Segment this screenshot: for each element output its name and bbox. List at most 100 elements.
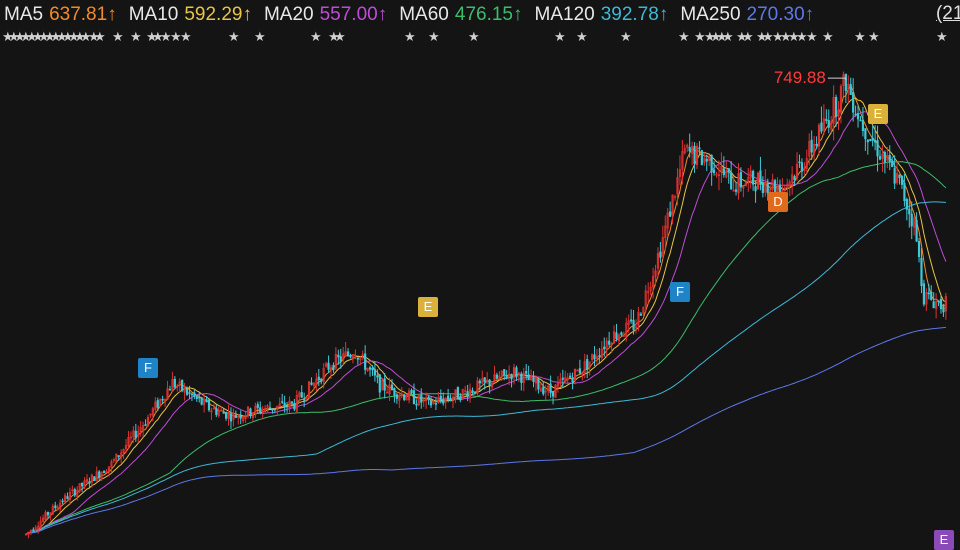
- candle-body: [876, 140, 879, 157]
- candle-body: [844, 73, 847, 91]
- candle-body: [739, 172, 743, 188]
- candle-body: [98, 471, 101, 478]
- candle-body: [488, 379, 491, 387]
- candle-body: [193, 392, 196, 397]
- signal-badge-f[interactable]: F: [138, 358, 158, 378]
- ma-legend-more[interactable]: (210: [936, 3, 960, 25]
- candle-body: [346, 351, 350, 356]
- candle-body: [249, 408, 252, 417]
- candle-body: [303, 398, 306, 401]
- ma-legend-name: MA5: [4, 4, 44, 25]
- candle-body: [195, 395, 198, 399]
- candle-body: [117, 455, 120, 458]
- signal-badge-e[interactable]: E: [418, 297, 438, 317]
- signal-badge-e[interactable]: E: [868, 104, 888, 124]
- event-star-icon[interactable]: ★: [404, 30, 416, 44]
- event-star-icon[interactable]: ★: [130, 30, 142, 44]
- candle-body: [356, 358, 359, 360]
- ma-line-ma5: [25, 85, 947, 535]
- event-star-icon[interactable]: ★: [94, 30, 106, 44]
- event-star-icon[interactable]: ★: [822, 30, 834, 44]
- event-star-icon[interactable]: ★: [576, 30, 588, 44]
- ma-legend-item-ma60[interactable]: MA60 476.15↑: [399, 4, 522, 26]
- candle-body: [578, 368, 581, 374]
- event-star-icon[interactable]: ★: [228, 30, 240, 44]
- candle-body: [688, 147, 691, 152]
- event-star-icon[interactable]: ★: [554, 30, 566, 44]
- candle-body: [820, 122, 823, 132]
- candle-body: [942, 306, 945, 313]
- candle-body: [415, 403, 418, 406]
- candle-body: [373, 369, 377, 376]
- trend-arrow-icon: ↑: [513, 4, 523, 25]
- ma-legend-item-ma10[interactable]: MA10 592.29↑: [129, 4, 252, 26]
- candle-body: [268, 407, 272, 409]
- candle-body: [256, 404, 259, 408]
- event-star-icon[interactable]: ★: [428, 30, 440, 44]
- candle-body: [603, 346, 606, 350]
- candle-body: [198, 396, 201, 399]
- signal-badge-f[interactable]: F: [670, 282, 690, 302]
- event-star-icon[interactable]: ★: [310, 30, 322, 44]
- candle-body: [395, 394, 398, 399]
- candle-body: [61, 500, 64, 503]
- ma-legend-item-ma250[interactable]: MA250 270.30↑: [680, 4, 814, 26]
- candle-body: [730, 172, 733, 190]
- candle-body: [593, 354, 596, 360]
- ma-legend-item-ma120[interactable]: MA120 392.78↑: [535, 4, 669, 26]
- candle-body: [88, 481, 91, 484]
- event-star-icon[interactable]: ★: [180, 30, 192, 44]
- candle-body: [134, 430, 137, 439]
- ma-legend-item-ma20[interactable]: MA20 557.00↑: [264, 4, 387, 26]
- candle-body: [630, 319, 633, 322]
- candle-body: [834, 96, 838, 117]
- candle-body: [102, 470, 106, 474]
- candle-body: [878, 156, 882, 160]
- candle-body: [471, 390, 474, 393]
- ma-legend-value: 637.81: [49, 4, 108, 25]
- event-star-icon[interactable]: ★: [742, 30, 754, 44]
- event-star-icon[interactable]: ★: [854, 30, 866, 44]
- event-star-icon[interactable]: ★: [468, 30, 480, 44]
- event-star-icon[interactable]: ★: [620, 30, 632, 44]
- event-star-icon[interactable]: ★: [868, 30, 880, 44]
- candle-body: [234, 415, 237, 418]
- candle-body: [66, 496, 69, 499]
- candle-body: [874, 140, 877, 143]
- candle-body: [376, 375, 379, 378]
- candle-body: [520, 373, 523, 383]
- candle-body: [349, 355, 352, 358]
- candle-body: [505, 376, 508, 379]
- candle-body: [46, 511, 50, 516]
- signal-badge-d[interactable]: D: [768, 192, 788, 212]
- candle-body: [412, 390, 416, 405]
- candle-body: [891, 160, 894, 168]
- event-star-icon[interactable]: ★: [722, 30, 734, 44]
- candle-body: [861, 119, 865, 131]
- event-star-icon[interactable]: ★: [936, 30, 948, 44]
- candle-body: [532, 377, 535, 382]
- event-star-icon[interactable]: ★: [254, 30, 266, 44]
- candle-body: [937, 300, 940, 303]
- candle-body: [883, 152, 886, 163]
- signal-badge-e[interactable]: E: [934, 530, 954, 550]
- event-star-icon[interactable]: ★: [806, 30, 818, 44]
- candle-body: [332, 365, 335, 371]
- event-star-icon[interactable]: ★: [112, 30, 124, 44]
- candle-body: [293, 403, 296, 410]
- event-star-icon[interactable]: ★: [334, 30, 346, 44]
- ma-legend-item-ma5[interactable]: MA5 637.81↑: [4, 4, 117, 26]
- candle-body: [815, 144, 818, 146]
- candle-body: [73, 489, 76, 496]
- candle-body: [190, 393, 194, 396]
- candle-body: [700, 150, 703, 166]
- candle-body: [930, 291, 933, 301]
- candle-body: [54, 505, 57, 508]
- candle-body: [571, 377, 574, 383]
- candle-body: [705, 158, 708, 162]
- candle-body: [773, 180, 777, 193]
- event-star-icon[interactable]: ★: [678, 30, 690, 44]
- candle-body: [866, 139, 869, 143]
- candle-body: [378, 374, 381, 393]
- candle-body: [900, 175, 904, 185]
